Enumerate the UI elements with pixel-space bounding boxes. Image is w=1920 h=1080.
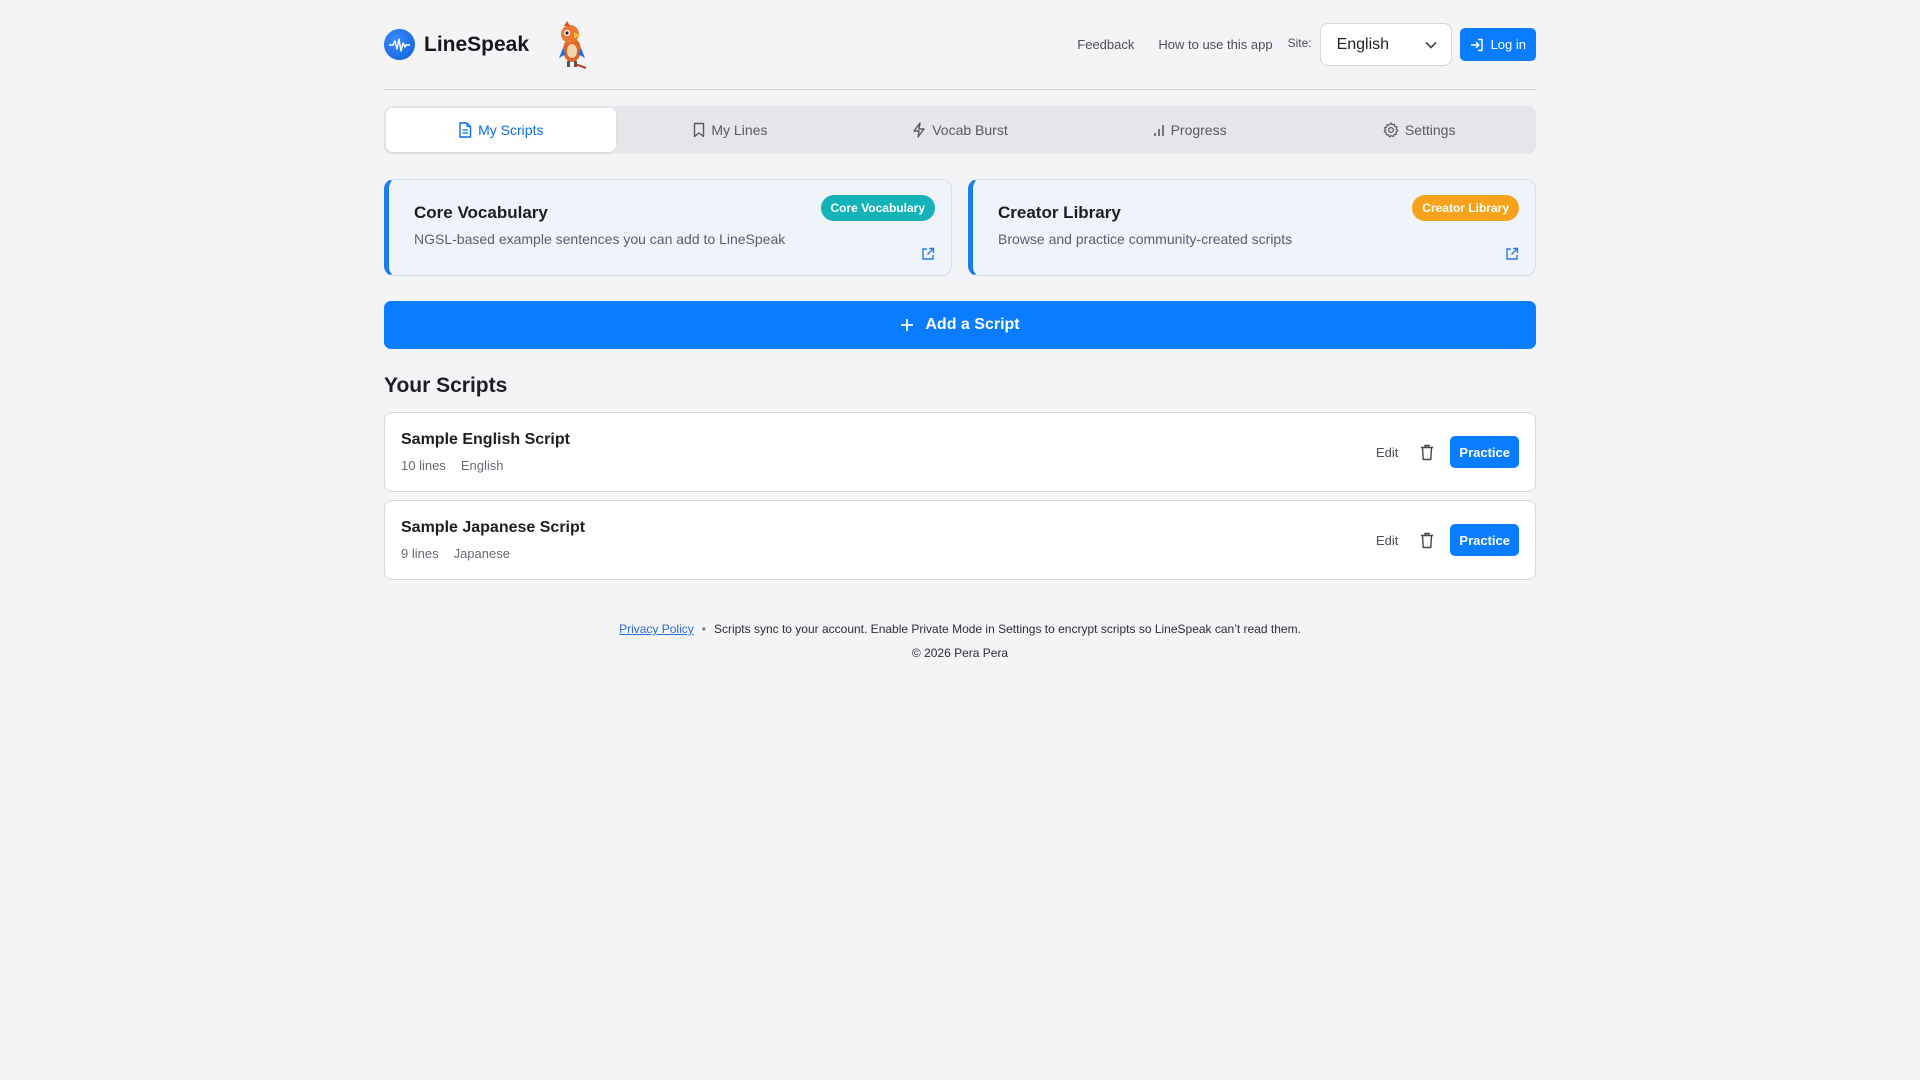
script-name: Sample English Script	[401, 431, 570, 448]
practice-button[interactable]: Practice	[1450, 436, 1519, 468]
brand-name: LineSpeak	[424, 32, 530, 56]
tab-label: Vocab Burst	[932, 122, 1008, 138]
login-label: Log in	[1490, 37, 1526, 52]
add-script-label: Add a Script	[925, 316, 1020, 333]
how-to-use-link[interactable]: How to use this app	[1158, 37, 1272, 52]
edit-button[interactable]: Edit	[1376, 533, 1398, 548]
script-meta: 9 lines Japanese	[401, 546, 585, 561]
tab-label: My Scripts	[478, 122, 544, 138]
script-info: Sample Japanese Script 9 lines Japanese	[401, 519, 585, 561]
sync-notice: Scripts sync to your account. Enable Pri…	[713, 622, 1301, 636]
core-vocabulary-badge: Core Vocabulary	[820, 195, 935, 221]
bookmark-icon	[694, 122, 705, 138]
external-link-icon	[1505, 247, 1519, 261]
creator-library-card[interactable]: Creator Library Browse and practice comm…	[968, 179, 1536, 276]
your-scripts-heading: Your Scripts	[384, 374, 508, 397]
header-actions: Feedback How to use this app Site: Engli…	[1077, 23, 1536, 66]
card-description: Browse and practice community-created sc…	[998, 231, 1293, 247]
document-icon	[459, 122, 472, 138]
bar-chart-icon	[1153, 125, 1164, 136]
footer-separator: •	[701, 622, 706, 636]
script-actions: Edit Practice	[1376, 524, 1519, 556]
brand[interactable]: LineSpeak	[384, 20, 589, 70]
lightning-icon	[913, 122, 925, 138]
trash-icon[interactable]	[1420, 532, 1434, 549]
trash-icon[interactable]	[1420, 444, 1434, 461]
feedback-link[interactable]: Feedback	[1077, 37, 1134, 52]
edit-button[interactable]: Edit	[1376, 445, 1398, 460]
core-vocabulary-card[interactable]: Core Vocabulary NGSL-based example sente…	[384, 179, 952, 276]
tab-vocab-burst[interactable]: Vocab Burst	[845, 108, 1075, 152]
practice-button[interactable]: Practice	[1450, 524, 1519, 556]
external-link-icon	[921, 247, 935, 261]
page: LineSpeak Feedback How to use this app S…	[384, 0, 1536, 660]
card-description: NGSL-based example sentences you can add…	[414, 231, 786, 247]
script-row: Sample English Script 10 lines English E…	[384, 412, 1536, 492]
plus-icon	[901, 319, 914, 331]
script-line-count: 9 lines	[401, 546, 439, 561]
script-name: Sample Japanese Script	[401, 519, 586, 536]
main-tabs: My Scripts My Lines Vocab Burst Progress	[384, 106, 1536, 154]
tab-progress[interactable]: Progress	[1075, 108, 1305, 152]
privacy-policy-link[interactable]: Privacy Policy	[619, 622, 694, 636]
script-meta: 10 lines English	[401, 458, 570, 473]
script-language: English	[460, 458, 504, 473]
tab-my-lines[interactable]: My Lines	[616, 108, 846, 152]
tab-label: Settings	[1404, 122, 1456, 138]
login-button[interactable]: Log in	[1459, 28, 1536, 61]
tab-label: My Lines	[711, 122, 768, 138]
script-actions: Edit Practice	[1376, 436, 1519, 468]
copyright: © 2026 Pera Pera	[911, 646, 1009, 660]
footer: Privacy Policy • Scripts sync to your ac…	[384, 622, 1536, 660]
script-row: Sample Japanese Script 9 lines Japanese …	[384, 500, 1536, 580]
site-label: Site:	[1287, 35, 1312, 50]
footer-notice-line: Privacy Policy • Scripts sync to your ac…	[384, 622, 1536, 636]
tab-my-scripts[interactable]: My Scripts	[386, 108, 616, 152]
script-language: Japanese	[453, 546, 510, 561]
script-info: Sample English Script 10 lines English	[401, 431, 570, 473]
tab-label: Progress	[1170, 122, 1227, 138]
add-script-button[interactable]: Add a Script	[384, 301, 1536, 349]
site-language-value: English	[1336, 35, 1390, 53]
header: LineSpeak Feedback How to use this app S…	[384, 0, 1536, 90]
login-icon	[1470, 38, 1483, 51]
chevron-down-icon	[1425, 41, 1437, 49]
tab-settings[interactable]: Settings	[1304, 108, 1534, 152]
feature-cards: Core Vocabulary NGSL-based example sente…	[384, 179, 1536, 276]
creator-library-badge: Creator Library	[1412, 195, 1519, 221]
script-line-count: 10 lines	[401, 458, 446, 473]
site-language-select[interactable]: English	[1319, 23, 1452, 66]
waveform-logo-icon	[384, 29, 415, 60]
gear-icon	[1383, 122, 1399, 138]
parrot-mascot-icon	[559, 20, 587, 69]
